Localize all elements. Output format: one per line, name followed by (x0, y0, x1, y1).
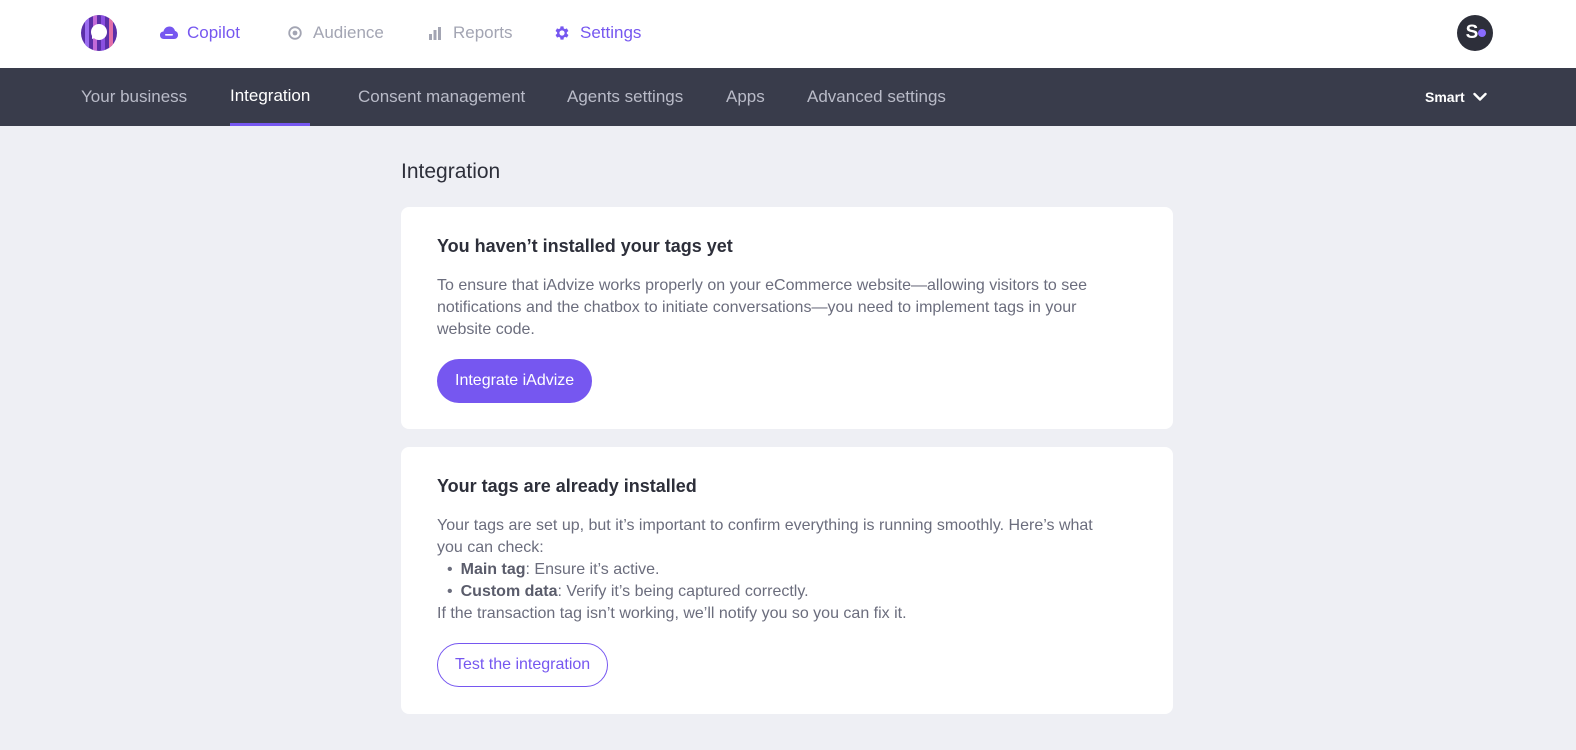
subnav-integration[interactable]: Integration (230, 68, 311, 126)
integrate-iadvize-button[interactable]: Integrate iAdvize (437, 359, 593, 403)
list-item-text: : Ensure it’s active. (525, 561, 660, 578)
top-bar: Copilot Audience Reports Settings S (0, 0, 1576, 68)
topnav-reports-label: Reports (453, 23, 513, 42)
subnav-agents-settings[interactable]: Agents settings (567, 68, 683, 126)
target-icon (286, 24, 304, 42)
card-description-line-1: Your tags are set up, but it’s important… (437, 517, 1093, 534)
tags-installed-card: Your tags are already installed Your tag… (401, 447, 1173, 714)
subnav-advanced-settings[interactable]: Advanced settings (807, 68, 946, 126)
gear-icon (553, 24, 571, 42)
topnav-settings-label: Settings (580, 23, 642, 42)
list-item: Main tag: Ensure it’s active. (447, 559, 1137, 581)
topnav-audience-label: Audience (313, 23, 384, 42)
chevron-down-icon (1472, 89, 1487, 105)
iadvize-logo[interactable] (81, 15, 117, 51)
card-heading: You haven’t installed your tags yet (437, 236, 733, 256)
list-item-text: : Verify it’s being captured correctly. (557, 583, 809, 600)
topnav-copilot[interactable]: Copilot (160, 20, 240, 46)
tags-not-installed-card: You haven’t installed your tags yet To e… (401, 207, 1173, 429)
subnav-apps[interactable]: Apps (726, 68, 765, 126)
workspace-label: Smart (1425, 89, 1465, 105)
card-description-line-2: notifications and the chatbox to initiat… (437, 299, 1077, 316)
list-item-term: Custom data (460, 583, 558, 600)
avatar-initial: S (1465, 22, 1479, 43)
card-description-line-2: you can check: (437, 539, 544, 556)
test-integration-button[interactable]: Test the integration (437, 643, 609, 687)
subnav-consent-management[interactable]: Consent management (358, 68, 525, 126)
user-avatar[interactable]: S (1457, 15, 1493, 51)
page-title: Integration (401, 160, 501, 183)
card-description-line-3: website code. (437, 321, 535, 338)
card-description: To ensure that iAdvize works properly on… (437, 275, 1137, 341)
card-footer-note: If the transaction tag isn’t working, we… (437, 605, 907, 622)
topnav-audience[interactable]: Audience (286, 20, 384, 46)
settings-subnav: Your business Integration Consent manage… (0, 68, 1576, 126)
subnav-your-business[interactable]: Your business (81, 68, 187, 126)
bar-chart-icon (426, 24, 444, 42)
topnav-copilot-label: Copilot (187, 23, 240, 42)
card-heading: Your tags are already installed (437, 476, 697, 496)
checklist: Main tag: Ensure it’s active. Custom dat… (437, 559, 1137, 603)
cloud-icon (160, 24, 178, 42)
topnav-reports[interactable]: Reports (426, 20, 513, 46)
list-item-term: Main tag (460, 561, 526, 578)
workspace-selector[interactable]: Smart (1425, 68, 1487, 126)
status-dot (1478, 29, 1486, 37)
card-description: Your tags are set up, but it’s important… (437, 515, 1137, 559)
list-item: Custom data: Verify it’s being captured … (447, 581, 1137, 603)
card-description-line-1: To ensure that iAdvize works properly on… (437, 277, 1088, 294)
topnav-settings[interactable]: Settings (553, 20, 641, 46)
